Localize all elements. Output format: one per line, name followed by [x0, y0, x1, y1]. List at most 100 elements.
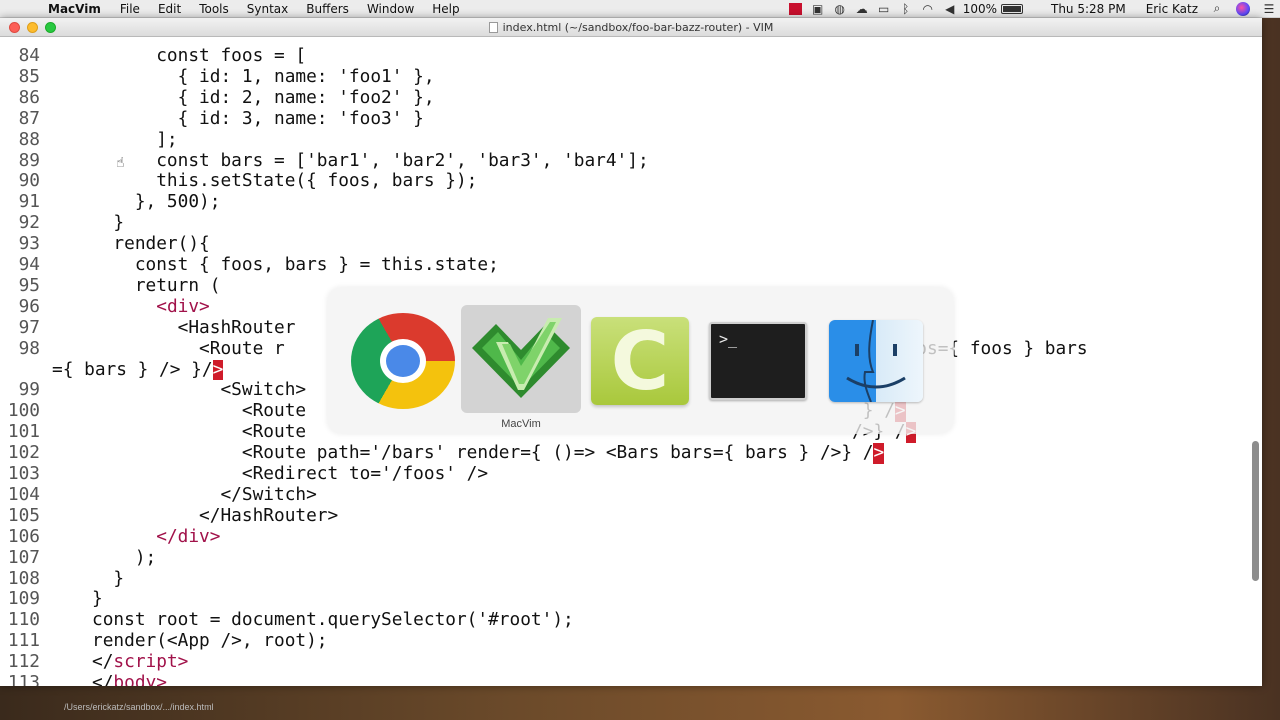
code-line[interactable]: 109}	[0, 588, 103, 610]
code-line[interactable]: 103 <Redirect to='/foos' />	[0, 463, 489, 485]
code-text: }	[92, 212, 125, 234]
code-line[interactable]: 89 const bars = ['bar1', 'bar2', 'bar3',…	[0, 149, 649, 172]
mouse-cursor-icon: ☝	[116, 155, 125, 171]
code-line[interactable]: 108 }	[0, 568, 124, 590]
code-tag-token: body	[113, 672, 157, 686]
line-number: 84	[18, 45, 40, 66]
line-number: 101	[7, 421, 40, 443]
line-number: 98	[18, 337, 40, 359]
battery-percent: 100%	[962, 1, 997, 16]
code-line[interactable]: ={ bars } /> }/>	[0, 359, 224, 381]
line-number: 106	[7, 525, 40, 547]
app-switcher-item-macvim[interactable]: MacVim	[461, 305, 581, 430]
code-line[interactable]: 93 render(){	[0, 233, 210, 255]
line-number: 96	[18, 295, 40, 317]
line-number: 89	[18, 149, 40, 171]
code-line[interactable]: 85 { id: 1, name: 'foo1' },	[0, 65, 435, 88]
finder-icon[interactable]	[829, 320, 923, 402]
siri-icon[interactable]	[1236, 1, 1250, 16]
code-line[interactable]: 106 </div>	[0, 525, 221, 548]
menu-help[interactable]: Help	[423, 2, 468, 16]
search-icon[interactable]: ⌕	[1206, 0, 1228, 18]
error-marker: >	[873, 442, 885, 464]
code-line[interactable]: 111 render(<App />, root);	[0, 630, 328, 652]
code-line[interactable]: 97 <HashRouter	[0, 316, 296, 339]
cloud-icon[interactable]: ☁	[851, 0, 873, 18]
code-text: </	[92, 651, 114, 673]
code-line[interactable]: 87 { id: 3, name: 'foo3' }	[0, 107, 424, 130]
line-number: 97	[18, 316, 40, 338]
line-number: 88	[18, 128, 40, 150]
code-text: render(){	[92, 233, 210, 255]
line-number: 99	[18, 379, 40, 401]
code-text: ];	[92, 128, 178, 150]
code-text: }	[92, 588, 103, 610]
menu-syntax[interactable]: Syntax	[238, 2, 297, 16]
close-button[interactable]	[9, 22, 20, 33]
code-line[interactable]: 112 </script >	[0, 651, 189, 673]
code-text: const { foos, bars } = this.state;	[92, 254, 499, 275]
code-line[interactable]: 107 );	[0, 547, 156, 569]
sync-icon[interactable]: ◍	[829, 0, 851, 18]
code-line[interactable]: 110 const root = document.querySelector('…	[0, 609, 574, 631]
scrollbar[interactable]	[1250, 57, 1260, 686]
wifi-icon[interactable]: ◠	[917, 0, 939, 18]
line-number: 110	[7, 609, 40, 631]
code-line[interactable]: 84 const foos = [	[0, 45, 307, 67]
code-line[interactable]: 94 const { foos, bars } = this.state;	[0, 254, 499, 276]
line-wrap-indent	[0, 360, 52, 381]
code-text: const foos = [	[92, 45, 307, 66]
bluetooth-icon[interactable]: ᛒ	[895, 0, 917, 18]
minimize-button[interactable]	[27, 22, 38, 33]
menu-tools[interactable]: Tools	[190, 2, 238, 16]
line-number: 100	[7, 400, 40, 422]
record-icon[interactable]	[785, 0, 807, 18]
zoom-button[interactable]	[45, 22, 56, 33]
code-text: <Redirect to='/foos' />	[92, 463, 489, 484]
code-line[interactable]: 99 <Switch>	[0, 379, 307, 401]
code-line[interactable]: 96 <div>	[0, 295, 210, 318]
code-line[interactable]: 92 }	[0, 212, 125, 234]
code-line[interactable]: 95 return (	[0, 274, 221, 297]
screen-icon[interactable]: ▣	[807, 0, 829, 18]
code-line[interactable]: 105 </HashRouter>	[0, 505, 338, 527]
chrome-icon[interactable]	[351, 313, 455, 409]
scrollbar-thumb[interactable]	[1252, 441, 1259, 581]
clock[interactable]: Thu 5:28 PM	[1039, 2, 1138, 16]
airplay-icon[interactable]: ▭	[873, 0, 895, 18]
code-text: const bars = ['bar1', 'bar2', 'bar3', 'b…	[92, 149, 649, 171]
code-line[interactable]: 91 }, 500);	[0, 191, 221, 213]
title-bar[interactable]: index.html (~/sandbox/foo-bar-bazz-route…	[0, 18, 1262, 37]
code-line[interactable]: 88 ];	[0, 128, 178, 151]
code-text: return (	[92, 274, 221, 296]
code-text: const root = document.querySelector('#ro…	[92, 609, 574, 631]
menu-file[interactable]: File	[111, 2, 149, 16]
code-text: </Switch>	[92, 483, 317, 505]
volume-icon[interactable]: ◀	[939, 0, 961, 18]
code-line[interactable]: 90 this.setState({ foos, bars });	[0, 170, 478, 192]
battery-icon[interactable]	[1001, 3, 1023, 14]
code-text: this.setState({ foos, bars });	[92, 170, 478, 192]
menu-edit[interactable]: Edit	[149, 2, 190, 16]
code-tag-token: </div>	[156, 525, 221, 547]
line-number: 109	[7, 588, 40, 610]
window-title: index.html (~/sandbox/foo-bar-bazz-route…	[502, 20, 774, 34]
menu-window[interactable]: Window	[358, 2, 423, 16]
camtasia-icon[interactable]: C	[591, 315, 689, 408]
code-text: { id: 3, name: 'foo3' }	[92, 107, 424, 129]
code-line[interactable]: 102 <Route path='/bars' render={ ()=> <B…	[0, 442, 885, 464]
code-line[interactable]: 86 { id: 2, name: 'foo2' },	[0, 86, 435, 109]
line-number: 85	[18, 65, 40, 87]
code-line[interactable]: 104 </Switch>	[0, 483, 317, 506]
menu-app-name[interactable]: MacVim	[40, 2, 111, 16]
line-number: 111	[7, 630, 40, 652]
terminal-icon[interactable]: >_	[709, 322, 807, 400]
notification-center-icon[interactable]: ☰	[1258, 0, 1280, 18]
user-name[interactable]: Eric Katz	[1138, 2, 1206, 16]
line-number: 86	[18, 86, 40, 108]
code-line[interactable]: 113 </body >	[0, 672, 167, 686]
menu-buffers[interactable]: Buffers	[297, 2, 358, 16]
code-tag-token: >	[156, 672, 167, 686]
line-number: 113	[7, 672, 40, 686]
